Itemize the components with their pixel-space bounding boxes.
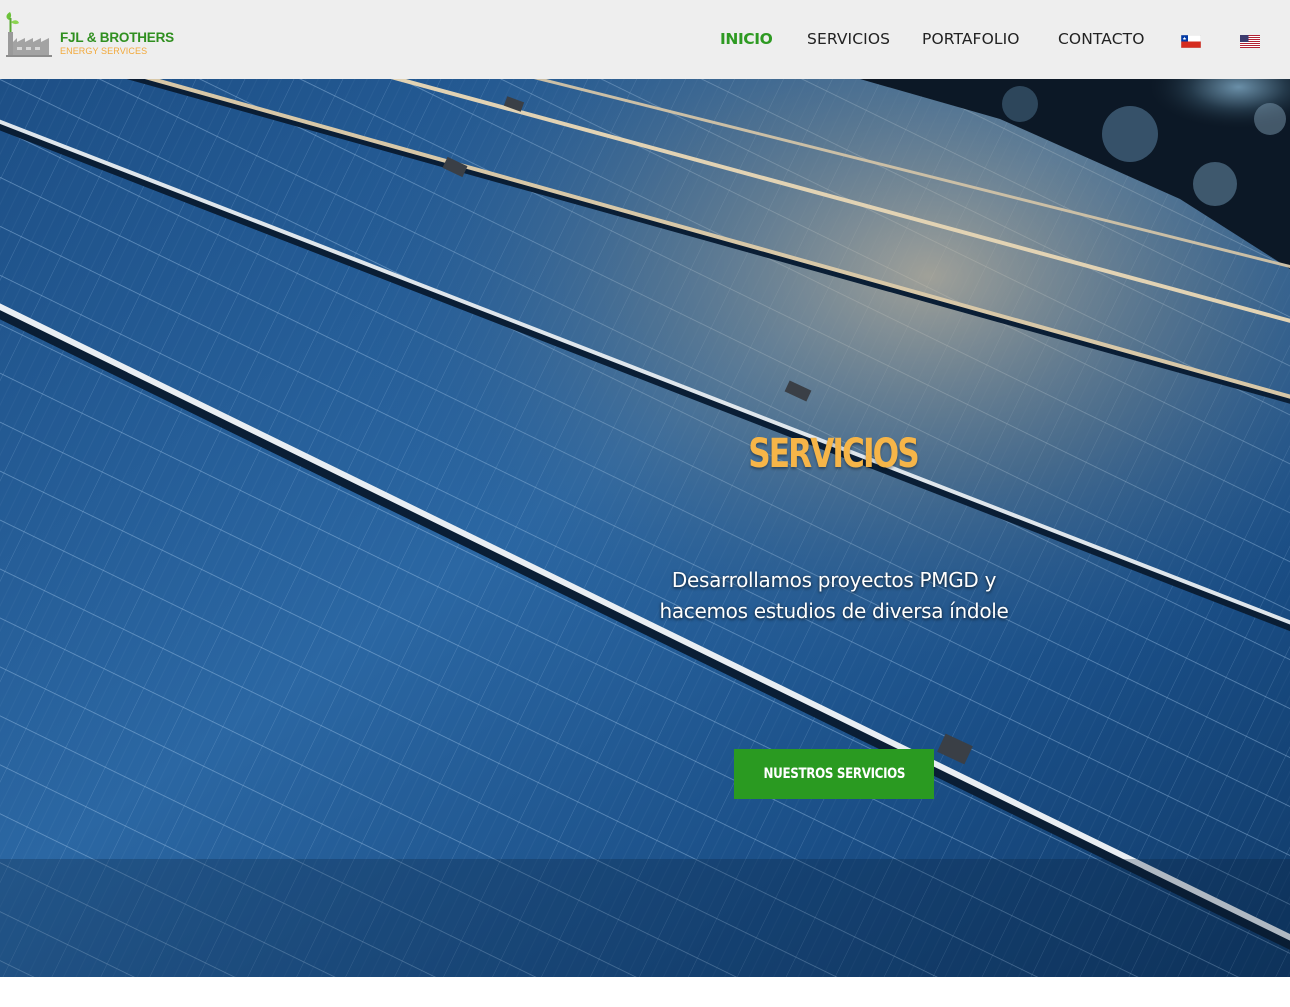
nav-item-inicio[interactable]: INICIO: [720, 30, 773, 48]
hero-subtitle-line2: hacemos estudios de diversa índole: [659, 599, 1009, 623]
hero-section: SERVICIOS Desarrollamos proyectos PMGD y…: [0, 79, 1290, 977]
chile-flag-icon[interactable]: [1181, 35, 1201, 48]
brand-tagline: ENERGY SERVICES: [60, 46, 148, 56]
hero-subtitle: Desarrollamos proyectos PMGD y hacemos e…: [620, 565, 1048, 627]
nav-item-contacto[interactable]: CONTACTO: [1058, 30, 1145, 48]
nav-item-portafolio[interactable]: PORTAFOLIO: [922, 30, 1020, 48]
factory-plant-icon: [6, 12, 52, 57]
nuestros-servicios-button[interactable]: NUESTROS SERVICIOS: [734, 749, 934, 799]
brand-logo[interactable]: FJL & BROTHERS ENERGY SERVICES: [3, 12, 174, 58]
solar-panels-photo: [0, 79, 1290, 977]
nav-item-servicios[interactable]: SERVICIOS: [807, 30, 890, 48]
usa-flag-icon[interactable]: [1240, 35, 1260, 48]
site-header: FJL & BROTHERS ENERGY SERVICES INICIO SE…: [0, 0, 1290, 79]
brand-name: FJL & BROTHERS: [60, 30, 174, 45]
hero-title: SERVICIOS: [748, 431, 919, 477]
nuestros-servicios-label: NUESTROS SERVICIOS: [763, 766, 905, 782]
hero-subtitle-line1: Desarrollamos proyectos PMGD y: [671, 568, 997, 592]
